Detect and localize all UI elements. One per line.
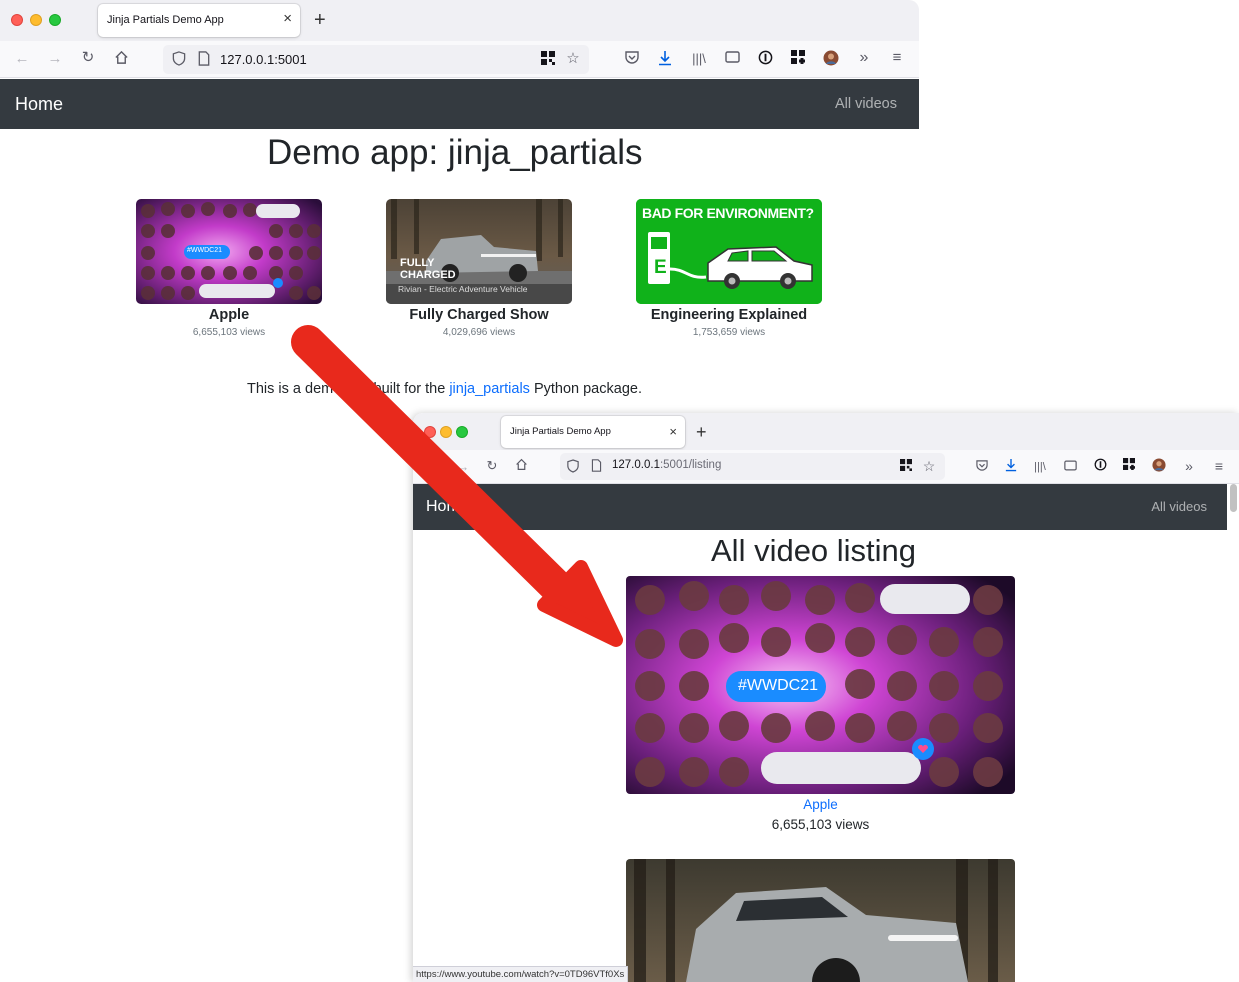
intro-paragraph: This is a demo app built for the jinja_p… — [247, 381, 642, 397]
tab-jinja-demo[interactable]: Jinja Partials Demo App × — [98, 4, 300, 37]
tab-strip: Jinja Partials Demo App × + — [0, 0, 919, 41]
pocket-icon[interactable] — [623, 51, 641, 68]
home-icon[interactable] — [512, 458, 530, 475]
scrollbar-thumb[interactable] — [1230, 484, 1237, 512]
video-title: Engineering Explained — [650, 307, 808, 323]
zoom-window-button[interactable] — [49, 14, 61, 26]
sidebar-icon[interactable] — [723, 51, 741, 67]
chevron-double-right-icon[interactable]: » — [855, 50, 873, 66]
tab-jinja-demo[interactable]: Jinja Partials Demo App × — [501, 416, 685, 448]
video-thumbnail-apple[interactable]: #WWDC21 — [136, 199, 322, 304]
tab-close-icon[interactable]: × — [283, 11, 292, 27]
video-thumbnail-fully-charged[interactable]: FULLY CHARGED Rivian - Electric Adventure… — [386, 199, 572, 304]
reload-icon[interactable]: ↻ — [483, 458, 501, 474]
nav-link-all-videos[interactable]: All videos — [1151, 499, 1207, 514]
hamburger-menu-icon[interactable]: ≡ — [1210, 458, 1228, 474]
page-icon — [587, 459, 605, 476]
new-tab-button[interactable]: + — [314, 10, 326, 30]
star-icon[interactable]: ☆ — [920, 458, 938, 474]
info-icon[interactable] — [756, 50, 774, 69]
video-views: 6,655,103 views — [192, 327, 266, 338]
shield-icon[interactable] — [170, 51, 188, 70]
page-icon — [195, 51, 213, 70]
navbar-brand-home[interactable]: Home — [15, 94, 63, 115]
avatar[interactable] — [1150, 458, 1168, 476]
minimize-window-button[interactable] — [30, 14, 42, 26]
browser-toolbar: → ↻ 127.0.0.1:5001/listing ☆ |||\ » ≡ — [413, 450, 1239, 484]
close-window-button[interactable] — [11, 14, 23, 26]
arrow-right-icon[interactable]: → — [46, 51, 64, 67]
page-title: All video listing — [711, 533, 917, 568]
video-views: 4,029,696 views — [442, 327, 516, 338]
qr-grid-icon[interactable] — [539, 51, 557, 69]
video-title: Fully Charged Show — [409, 307, 549, 323]
arrow-right-icon[interactable]: → — [454, 459, 472, 475]
video-card[interactable]: #WWDC21 Apple 6,655,103 views — [136, 199, 326, 344]
shield-icon[interactable] — [564, 459, 582, 477]
url-bar[interactable]: 127.0.0.1:5001 ☆ — [163, 45, 589, 74]
tab-title: Jinja Partials Demo App — [107, 14, 224, 26]
video-card[interactable]: FULLY CHARGED Rivian - Electric Adventure… — [386, 199, 576, 344]
minimize-window-button[interactable] — [440, 426, 452, 438]
qr-grid-icon[interactable] — [897, 459, 915, 475]
page-title: Demo app: jinja_partials — [267, 133, 643, 172]
browser-window-listing: Jinja Partials Demo App × + → ↻ 127.0.0.… — [413, 413, 1239, 982]
tab-close-icon[interactable]: × — [669, 424, 677, 440]
site-navbar: Home All videos — [0, 79, 919, 129]
zoom-window-button[interactable] — [456, 426, 468, 438]
tab-title: Jinja Partials Demo App — [510, 426, 611, 437]
thumb-overlay-text: BAD FOR ENVIRONMENT? — [642, 205, 814, 221]
nav-link-all-videos[interactable]: All videos — [835, 96, 897, 112]
url-bar[interactable]: 127.0.0.1:5001/listing ☆ — [560, 453, 945, 480]
screenshot-stage: Jinja Partials Demo App × + ← → ↻ 127.0.… — [0, 0, 1239, 982]
video-views: 1,753,659 views — [692, 327, 766, 338]
download-icon[interactable] — [1002, 458, 1020, 476]
library-icon[interactable]: |||\ — [1031, 459, 1049, 475]
video-title-link[interactable]: Apple — [626, 797, 1015, 812]
video-views: 6,655,103 views — [771, 817, 870, 832]
hamburger-menu-icon[interactable]: ≡ — [888, 50, 906, 66]
pocket-icon[interactable] — [973, 459, 991, 475]
video-thumbnail-engineering-explained[interactable]: BAD FOR ENVIRONMENT? E — [636, 199, 822, 304]
avatar[interactable] — [822, 50, 840, 70]
video-card[interactable]: BAD FOR ENVIRONMENT? E Engineering Expla… — [636, 199, 826, 344]
video-thumbnail-apple[interactable]: #WWDC21 — [626, 576, 1015, 794]
hashtag-badge: #WWDC21 — [738, 677, 819, 694]
new-tab-button[interactable]: + — [696, 422, 707, 442]
home-icon[interactable] — [112, 50, 130, 69]
star-icon[interactable]: ☆ — [564, 51, 582, 67]
close-window-button[interactable] — [424, 426, 436, 438]
thumb-caption: Rivian - Electric Adventure Vehicle — [398, 284, 528, 294]
thumb-overlay-text: FULLY CHARGED — [400, 257, 456, 281]
thumb-letter: E — [654, 257, 667, 278]
extensions-icon[interactable] — [789, 50, 807, 68]
arrow-left-icon[interactable]: ← — [13, 51, 31, 67]
video-thumbnail-fully-charged[interactable] — [626, 859, 1015, 982]
info-icon[interactable] — [1091, 458, 1109, 475]
reload-icon[interactable]: ↻ — [79, 50, 97, 66]
tab-strip: Jinja Partials Demo App × + — [413, 413, 1239, 454]
browser-toolbar: ← → ↻ 127.0.0.1:5001 ☆ |||\ » ≡ — [0, 41, 919, 78]
library-icon[interactable]: |||\ — [690, 51, 708, 67]
extensions-icon[interactable] — [1120, 458, 1138, 474]
navbar-brand-home[interactable]: Home — [426, 498, 469, 516]
sidebar-icon[interactable] — [1061, 459, 1079, 475]
site-navbar: Home All videos — [413, 484, 1227, 530]
link-status-bar: https://www.youtube.com/watch?v=0TD96VTf… — [413, 966, 629, 982]
jinja-partials-link[interactable]: jinja_partials — [449, 381, 530, 397]
video-title: Apple — [208, 307, 250, 323]
hashtag-badge: #WWDC21 — [187, 247, 223, 254]
chevron-double-right-icon[interactable]: » — [1180, 458, 1198, 474]
url-text: 127.0.0.1:5001/listing — [612, 459, 722, 471]
url-text: 127.0.0.1:5001 — [220, 52, 307, 67]
download-icon[interactable] — [656, 50, 674, 70]
